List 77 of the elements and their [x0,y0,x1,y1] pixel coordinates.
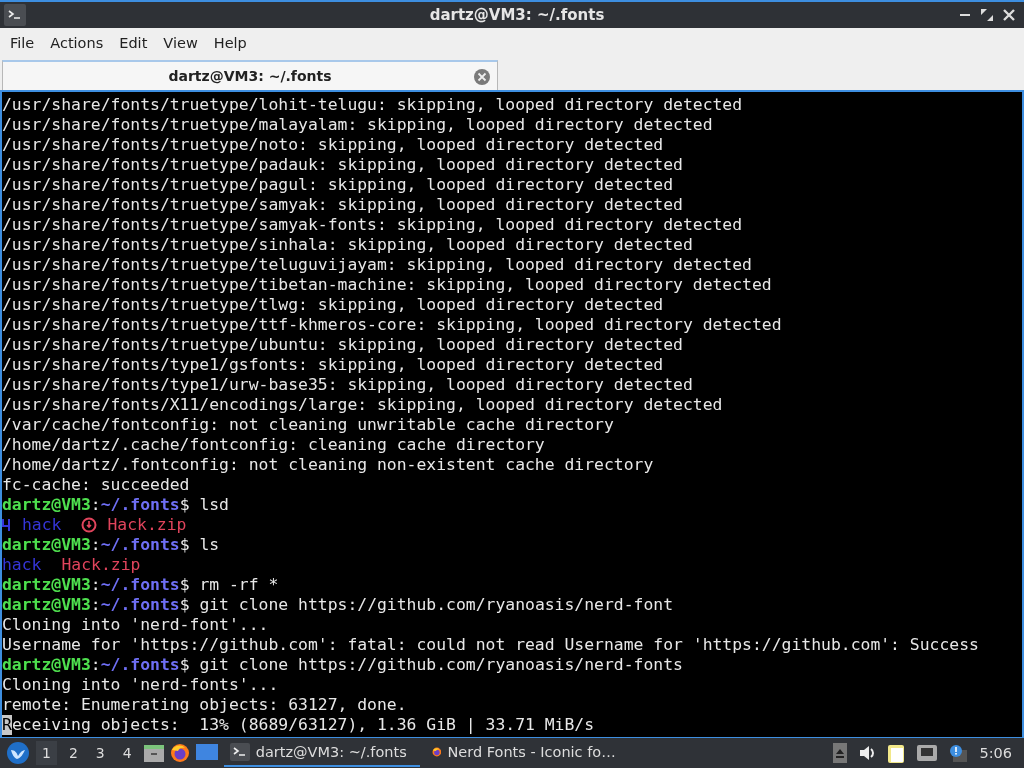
terminal-text: Cloning into 'nerd-font'... [2,615,269,635]
clock: 5:06 [979,745,1012,761]
terminal-text: dartz@VM3 [2,595,91,615]
close-tab-icon[interactable] [473,68,491,86]
terminal-text: $ lsd [179,495,229,515]
close-icon[interactable] [1002,8,1016,22]
file-manager-icon[interactable] [143,743,164,763]
terminal-text: ~/.fonts [100,575,180,595]
terminal-text: /home/dartz/.cache/fontconfig: cleaning cache directory [2,435,545,455]
terminal-text: Hack.zip [107,515,187,535]
terminal-text: dartz@VM3 [2,655,91,675]
terminal-text: : [90,575,101,595]
terminal-text: : [90,655,101,675]
terminal-text: /usr/share/fonts/truetype/malayalam: skipping, looped directory detected [2,115,713,135]
terminal-text: : [90,495,101,515]
terminal-text: dartz@VM3 [2,495,91,515]
terminal-text: : [90,535,101,555]
menu-item[interactable]: Actions [42,35,112,51]
terminal-text: /usr/share/fonts/truetype/noto: skipping, looped directory detected [2,135,664,155]
menu-item[interactable]: View [155,35,206,51]
terminal-tab[interactable]: dartz@VM3: ~/.fonts [2,60,498,90]
terminal-text: hack [2,555,42,575]
network-icon[interactable] [917,745,938,761]
eject-icon[interactable] [833,743,848,763]
terminal-text: dartz@VM3 [2,535,91,555]
terminal-text: Cloning into 'nerd-fonts'... [2,675,279,695]
terminal-text: /usr/share/fonts/truetype/lohit-telugu: skipping, looped directory detected [2,95,743,115]
terminal-text: hack [22,515,62,535]
notification-icon[interactable] [949,744,968,762]
desktop-switcher[interactable]: 3 [89,741,111,765]
terminal-text: $ git clone https://github.com/ryanoasis/nerd-font [179,595,674,615]
terminal-icon [4,4,26,26]
terminal-text: Username for 'https://github.com': fatal: could not read Username for 'https://github.com': Success [2,635,979,655]
terminal-text: /usr/share/fonts/X11/encodings/large: skipping, looped directory detected [2,395,723,415]
cursor: R [2,715,12,735]
archive-icon [81,517,98,533]
terminal-text: /var/cache/fontconfig: not cleaning unwritable cache directory [2,415,614,435]
browser-icon[interactable] [169,743,190,763]
terminal-text: /usr/share/fonts/type1/urw-base35: skipping, looped directory detected [2,375,693,395]
terminal-text: remote: Enumerating objects: 63127, done. [2,695,407,715]
terminal-text: /usr/share/fonts/type1/gsfonts: skipping, looped directory detected [2,355,664,375]
taskbar-task[interactable]: Nerd Fonts - Iconic fo… [425,739,622,767]
restore-icon[interactable] [980,8,994,22]
menu-item[interactable]: File [2,35,43,51]
terminal-text: $ ls [179,535,220,555]
terminal-text: /usr/share/fonts/truetype/samyak: skipping, looped directory detected [2,195,683,215]
desktop-icon[interactable] [195,744,218,762]
terminal-text: /usr/share/fonts/truetype/tibetan-machine: skipping, looped directory detected [2,275,772,295]
menu-item[interactable]: Help [205,35,255,51]
terminal-text: /usr/share/fonts/truetype/pagul: skipping, looped directory detected [2,175,674,195]
clipboard-icon[interactable] [887,743,906,763]
terminal-text: dartz@VM3 [2,575,91,595]
terminal-text: ~/.fonts [100,595,180,615]
terminal-text: Hack.zip [61,555,141,575]
terminal-text: : [90,595,101,615]
terminal-text: /usr/share/fonts/truetype/sinhala: skipping, looped directory detected [2,235,693,255]
window-title: dartz@VM3: ~/.fonts [428,6,605,24]
terminal-text: $ rm -rf * [179,575,279,595]
terminal-text: /usr/share/fonts/truetype/tlwg: skipping, looped directory detected [2,295,664,315]
terminal-icon [229,743,250,761]
volume-icon[interactable] [859,745,876,761]
terminal-text: fc-cache: succeeded [2,475,190,495]
terminal-text: /usr/share/fonts/truetype/teluguvijayam: skipping, looped directory detected [2,255,752,275]
terminal-text: /usr/share/fonts/truetype/padauk: skipping, looped directory detected [2,155,683,175]
terminal-text: $ git clone https://github.com/ryanoasis/nerd-fonts [179,655,683,675]
terminal-text: ~/.fonts [100,655,180,675]
taskbar-task[interactable]: dartz@VM3: ~/.fonts [223,739,420,767]
terminal-text: /usr/share/fonts/truetype/ttf-khmeros-core: skipping, looped directory detected [2,315,782,335]
desktop-switcher[interactable]: 4 [116,741,138,765]
desktop-switcher[interactable]: 2 [62,741,84,765]
menu-item[interactable]: Edit [111,35,156,51]
terminal-text: ~/.fonts [100,495,180,515]
terminal-text: /home/dartz/.fontconfig: not cleaning non-existent cache directory [2,455,654,475]
desktop-switcher[interactable]: 1 [36,741,57,765]
terminal-text: ~/.fonts [100,535,180,555]
terminal-text: /usr/share/fonts/truetype/samyak-fonts: skipping, looped directory detected [2,215,743,235]
terminal-text: /usr/share/fonts/truetype/ubuntu: skipping, looped directory detected [2,335,683,355]
